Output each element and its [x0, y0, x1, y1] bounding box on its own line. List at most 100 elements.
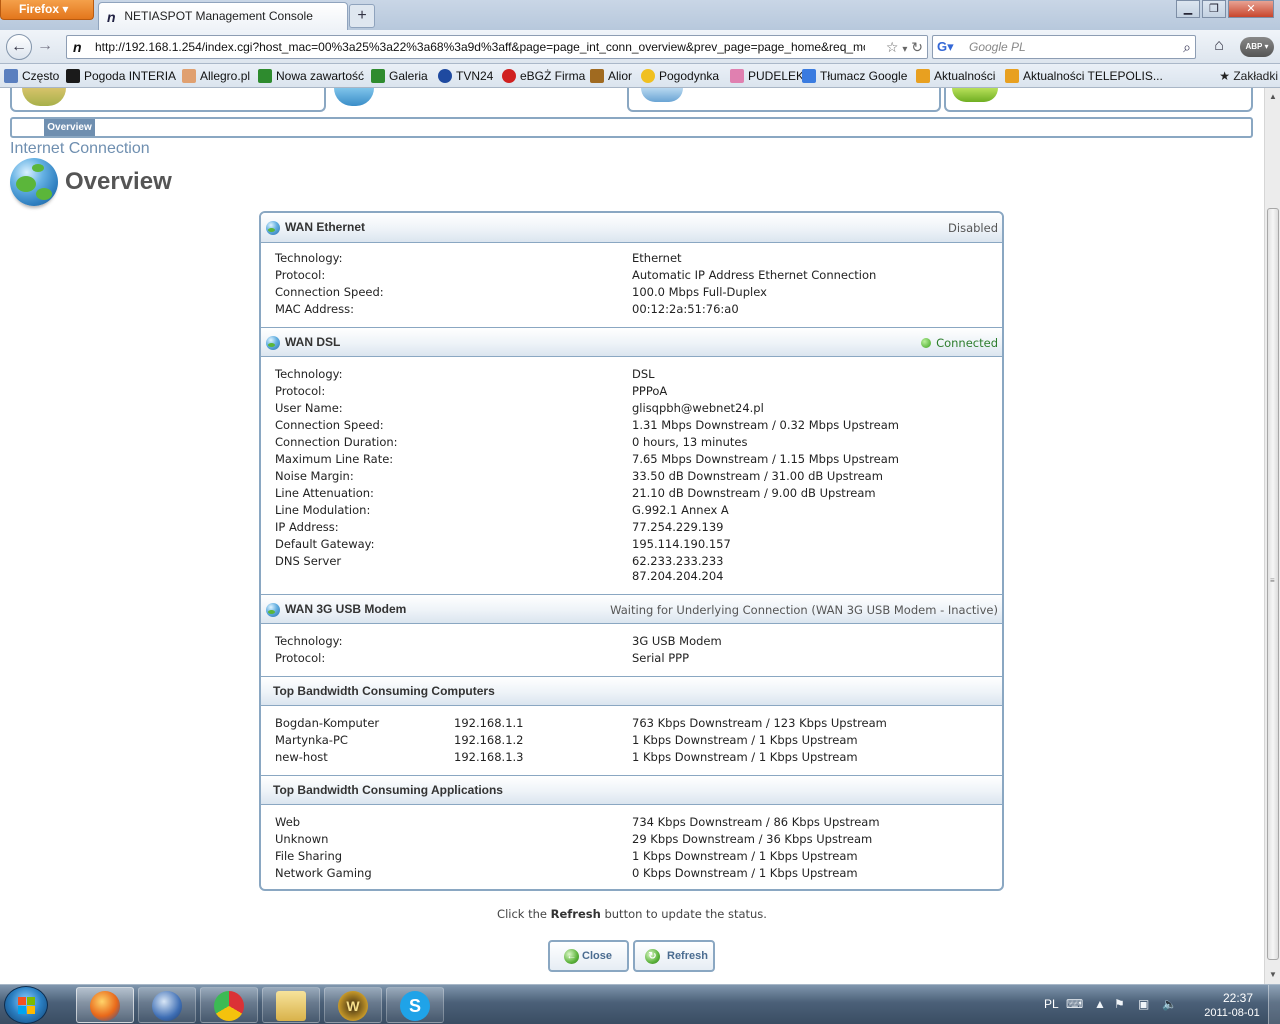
interia-icon	[66, 69, 80, 83]
info-row: Protocol: Serial PPP	[275, 651, 690, 665]
scrollbar-thumb[interactable]: ≡	[1267, 208, 1279, 960]
green-site-icon	[371, 69, 385, 83]
sub-navigation-bar: Overview	[10, 117, 1253, 138]
volume-icon[interactable]: 🔈	[1162, 997, 1177, 1011]
info-row: Protocol: PPPoA	[275, 384, 668, 398]
bookmark-item[interactable]: Często	[4, 68, 59, 84]
bookmark-item[interactable]: Pogodynka	[641, 68, 719, 84]
allegro-icon	[182, 69, 196, 83]
thunderbird-icon	[152, 991, 182, 1021]
close-button[interactable]: ← Close	[548, 940, 629, 972]
reload-icon[interactable]: ↻	[911, 39, 923, 55]
search-input[interactable]: G▾ Google PL ⌕	[932, 35, 1196, 59]
minimize-button[interactable]: ▁	[1176, 0, 1200, 18]
keyboard-icon[interactable]: ⌨	[1066, 997, 1083, 1011]
scroll-up-arrow-icon[interactable]: ▲	[1268, 92, 1278, 101]
url-text: http://192.168.1.254/index.cgi?host_mac=…	[95, 40, 891, 54]
info-row: IP Address: 77.254.229.139	[275, 520, 724, 534]
taskbar-wow[interactable]: W	[324, 987, 382, 1023]
show-desktop-button[interactable]	[1268, 985, 1280, 1024]
home-panel-icon	[22, 88, 66, 106]
tab-overview[interactable]: Overview	[44, 119, 95, 136]
bookmark-item[interactable]: Tłumacz Google	[802, 68, 907, 84]
bookmarks-menu-button[interactable]: ★ Zakładki	[1219, 68, 1278, 84]
info-row: 87.204.204.204	[632, 569, 724, 583]
home-icon[interactable]: ⌂	[1206, 35, 1232, 59]
star-icon: ★	[1219, 69, 1234, 83]
bookmark-item[interactable]: Allegro.pl	[182, 68, 250, 84]
nav-panel-services[interactable]	[944, 88, 1253, 112]
folder-icon	[276, 991, 306, 1021]
firefox-icon	[90, 991, 120, 1021]
info-row: Technology: 3G USB Modem	[275, 634, 722, 648]
taskbar-chrome[interactable]	[200, 987, 258, 1023]
tab-netiaspot[interactable]: n NETIASPOT Management Console	[98, 2, 348, 30]
clock-date[interactable]: 2011-08-01	[1192, 1007, 1272, 1019]
network-icon[interactable]: ▣	[1138, 997, 1149, 1011]
bookmark-item[interactable]: Aktualności TELEPOLIS...	[1005, 68, 1163, 84]
taskbar-thunderbird[interactable]	[138, 987, 196, 1023]
clock-time[interactable]: 22:37	[1212, 991, 1264, 1005]
taskbar-firefox[interactable]	[76, 987, 134, 1023]
info-row: Default Gateway: 195.114.190.157	[275, 537, 731, 551]
bookmark-item[interactable]: eBGŻ Firma	[502, 68, 585, 84]
address-bar[interactable]: n http://192.168.1.254/index.cgi?host_ma…	[66, 35, 928, 59]
history-dropdown-icon[interactable]: ▾	[902, 44, 907, 55]
top-applications-header: Top Bandwidth Consuming Applications	[261, 775, 1002, 805]
bookmark-star-icon[interactable]: ☆	[886, 39, 899, 55]
search-icon[interactable]: ⌕	[1183, 36, 1191, 58]
table-row: Martynka-PC 192.168.1.2 1 Kbps Downstream …	[275, 733, 858, 747]
nav-panel-home[interactable]	[10, 88, 326, 112]
firefox-menu-button[interactable]: Firefox ▾	[0, 0, 94, 20]
bookmark-item[interactable]: Alior	[590, 68, 632, 84]
start-button[interactable]	[4, 986, 48, 1024]
wan-ethernet-header: WAN Ethernet Disabled	[261, 213, 1002, 243]
wan-dsl-header: WAN DSL Connected	[261, 327, 1002, 357]
maximize-button[interactable]: ❐	[1202, 0, 1226, 18]
info-row: Technology: Ethernet	[275, 251, 682, 265]
wan-3g-status: Waiting for Underlying Connection (WAN 3…	[610, 603, 998, 617]
adblock-plus-icon[interactable]: ABP ▾	[1240, 37, 1274, 57]
new-tab-button[interactable]: +	[349, 4, 375, 28]
overview-panel: WAN Ethernet Disabled Technology: Etherne…	[259, 211, 1004, 891]
nav-panel-internet[interactable]	[328, 88, 624, 112]
bookmarks-toolbar: Często Pogoda INTERIA Allegro.pl Nowa za…	[0, 64, 1280, 88]
action-center-flag-icon[interactable]: ⚑	[1114, 997, 1125, 1011]
info-row: Connection Speed: 100.0 Mbps Full-Duplex	[275, 285, 767, 299]
wan-3g-title: WAN 3G USB Modem	[285, 602, 407, 616]
bookmark-item[interactable]: Nowa zawartość	[258, 68, 364, 84]
info-row: Protocol: Automatic IP Address Ethernet C…	[275, 268, 877, 282]
bookmark-item[interactable]: TVN24	[438, 68, 493, 84]
bookmark-item[interactable]: PUDELEK	[730, 68, 804, 84]
bookmark-item[interactable]: Pogoda INTERIA	[66, 68, 176, 84]
page-viewport: Overview Internet Connection Overview WA…	[0, 88, 1264, 984]
wan-ethernet-status: Disabled	[948, 221, 998, 235]
table-row: Web 734 Kbps Downstream / 86 Kbps Upstrea…	[275, 815, 880, 829]
bookmark-item[interactable]: Aktualności	[916, 68, 995, 84]
top-applications-title: Top Bandwidth Consuming Applications	[273, 783, 503, 797]
bookmark-item[interactable]: Galeria	[371, 68, 428, 84]
close-window-button[interactable]: ✕	[1228, 0, 1274, 18]
wan-dsl-status: Connected	[921, 336, 998, 350]
globe-icon	[266, 603, 280, 617]
page-title: Overview	[65, 168, 172, 195]
site-identity-icon: n	[73, 39, 82, 55]
info-row: Noise Margin: 33.50 dB Downstream / 31.00…	[275, 469, 883, 483]
vertical-scrollbar[interactable]: ▲ ≡ ▼	[1264, 88, 1280, 984]
services-panel-icon	[952, 88, 998, 102]
taskbar-explorer[interactable]	[262, 987, 320, 1023]
alior-icon	[590, 69, 604, 83]
show-hidden-icons-arrow-icon[interactable]: ▲	[1094, 997, 1106, 1011]
forward-button[interactable]: →	[32, 34, 58, 60]
close-icon: ←	[564, 949, 579, 964]
network-panel-icon	[641, 88, 683, 102]
connected-status-icon	[921, 338, 932, 348]
refresh-button[interactable]: ↻ Refresh	[633, 940, 715, 972]
pudelek-icon	[730, 69, 744, 83]
scroll-down-arrow-icon[interactable]: ▼	[1268, 970, 1278, 979]
back-button[interactable]: ←	[6, 34, 32, 60]
nav-panel-network[interactable]	[627, 88, 941, 112]
taskbar-skype[interactable]: S	[386, 987, 444, 1023]
language-indicator[interactable]: PL	[1044, 997, 1059, 1011]
section-title: Internet Connection	[10, 140, 150, 157]
